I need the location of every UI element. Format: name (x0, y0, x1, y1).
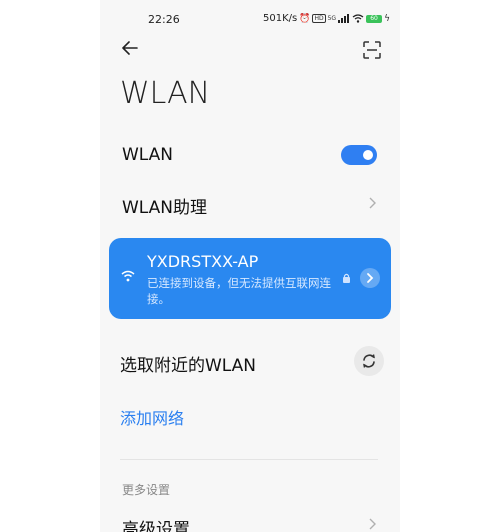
scan-icon[interactable] (363, 41, 381, 59)
chevron-right-icon (369, 197, 376, 209)
divider (120, 459, 378, 460)
lock-icon (343, 273, 350, 283)
signal-icon (338, 14, 350, 23)
5g-icon: 5G (327, 15, 337, 22)
refresh-button[interactable] (354, 346, 384, 376)
arrow-left-icon[interactable] (120, 38, 140, 58)
more-settings-header: 更多设置 (122, 483, 171, 497)
wlan-toggle-label: WLAN (122, 145, 174, 165)
chevron-right-icon (367, 273, 374, 283)
connected-network-card[interactable]: YXDRSTXX-AP 已连接到设备，但无法提供互联网连接。 (109, 238, 391, 319)
wlan-assistant-row[interactable]: WLAN助理 (100, 184, 400, 224)
advanced-settings-item[interactable]: 高级设置 (122, 515, 190, 532)
status-time: 22:26 (148, 13, 180, 26)
wifi-icon (352, 14, 364, 23)
nearby-wlan-label: 选取附近的WLAN (120, 356, 257, 376)
status-icons: 501K/s ⏰ HD 5G 60 ϟ (263, 13, 390, 24)
network-ssid: YXDRSTXX-AP (147, 252, 259, 271)
charging-icon: ϟ (384, 13, 390, 24)
alarm-icon: ⏰ (299, 13, 311, 24)
toggle-knob (363, 150, 373, 160)
page-title: WLAN (120, 76, 211, 111)
net-speed: 501K/s (263, 13, 298, 24)
chevron-right-icon (369, 518, 376, 530)
hd-icon: HD (312, 14, 326, 23)
network-status: 已连接到设备，但无法提供互联网连接。 (147, 276, 331, 306)
add-network-link[interactable]: 添加网络 (120, 405, 184, 429)
refresh-icon (363, 354, 375, 368)
wlan-assistant-label: WLAN助理 (122, 198, 208, 218)
network-details-button[interactable] (360, 268, 380, 288)
wifi-icon (121, 270, 135, 282)
phone-screen: 22:26 501K/s ⏰ HD 5G 60 ϟ WLAN WLAN WLAN… (100, 0, 400, 532)
wlan-toggle-switch[interactable] (341, 145, 377, 165)
battery-icon: 60 (366, 14, 383, 23)
